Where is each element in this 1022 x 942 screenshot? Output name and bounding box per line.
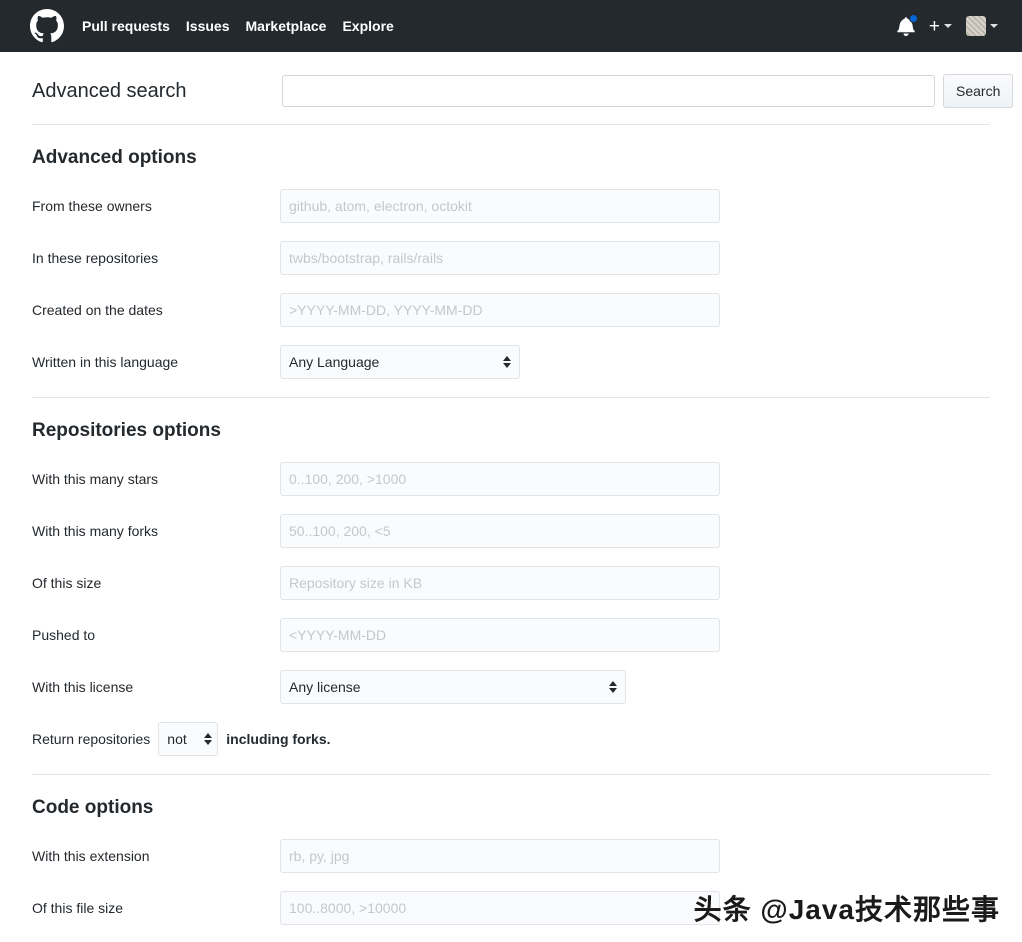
header-actions: + bbox=[897, 14, 1006, 36]
field-label: From these owners bbox=[32, 198, 152, 214]
primary-nav: Pull requests Issues Marketplace Explore bbox=[82, 19, 394, 33]
plus-icon: + bbox=[928, 15, 940, 37]
section-advanced-options: Advanced options From these owners In th… bbox=[32, 125, 990, 379]
field-label: With this extension bbox=[32, 848, 150, 864]
field-label: Created on the dates bbox=[32, 302, 163, 318]
license-select[interactable]: Any license bbox=[280, 670, 626, 704]
create-new-button[interactable]: + bbox=[929, 17, 952, 36]
nav-link-issues[interactable]: Issues bbox=[186, 19, 230, 33]
forks-lead-label: Return repositories bbox=[32, 731, 151, 747]
field-row-in-these-repositories: In these repositories bbox=[32, 241, 990, 275]
license-select-wrapper: Any license bbox=[280, 670, 626, 704]
notifications-button[interactable] bbox=[897, 14, 918, 36]
section-title-code-options: Code options bbox=[32, 797, 154, 818]
field-row-return-repositories-forks: Return repositories not including forks. bbox=[32, 722, 990, 756]
section-code-options: Code options With this extension Of this… bbox=[32, 775, 990, 925]
field-row-written-in-this-language: Written in this language Any Language bbox=[32, 345, 990, 379]
section-title-repositories-options: Repositories options bbox=[32, 420, 221, 441]
section-title-advanced-options: Advanced options bbox=[32, 147, 197, 168]
global-header: Pull requests Issues Marketplace Explore… bbox=[0, 0, 1022, 52]
field-row-from-these-owners: From these owners bbox=[32, 189, 990, 223]
search-button[interactable]: Search bbox=[943, 74, 1014, 108]
pushed-to-input[interactable] bbox=[280, 618, 720, 652]
avatar bbox=[966, 16, 986, 36]
field-row-with-this-many-forks: With this many forks bbox=[32, 514, 990, 548]
field-row-of-this-file-size: Of this file size bbox=[32, 891, 990, 925]
chevron-down-icon bbox=[990, 24, 998, 28]
repositories-input[interactable] bbox=[280, 241, 720, 275]
field-label: In these repositories bbox=[32, 250, 159, 266]
field-row-pushed-to: Pushed to bbox=[32, 618, 990, 652]
forks-trail-label: including forks. bbox=[226, 731, 331, 747]
language-select-wrapper: Any Language bbox=[280, 345, 520, 379]
forks-select-wrapper: not bbox=[158, 722, 219, 756]
nav-link-explore[interactable]: Explore bbox=[342, 19, 393, 33]
field-label: Pushed to bbox=[32, 627, 96, 643]
repo-size-input[interactable] bbox=[280, 566, 720, 600]
search-input[interactable] bbox=[282, 75, 935, 107]
field-label: With this license bbox=[32, 679, 134, 695]
user-menu-button[interactable] bbox=[966, 16, 998, 36]
forks-select[interactable]: not bbox=[158, 722, 219, 756]
created-dates-input[interactable] bbox=[280, 293, 720, 327]
page-content: Advanced search Search Advanced options … bbox=[0, 52, 1022, 925]
field-label: With this many forks bbox=[32, 523, 159, 539]
field-row-with-this-many-stars: With this many stars bbox=[32, 462, 990, 496]
field-label: Written in this language bbox=[32, 354, 179, 370]
nav-link-pull-requests[interactable]: Pull requests bbox=[82, 19, 170, 33]
nav-link-marketplace[interactable]: Marketplace bbox=[246, 19, 327, 33]
page-title: Advanced search bbox=[32, 79, 187, 102]
field-row-created-on-the-dates: Created on the dates bbox=[32, 293, 990, 327]
field-row-with-this-extension: With this extension bbox=[32, 839, 990, 873]
field-label: Of this file size bbox=[32, 900, 124, 916]
field-row-of-this-size: Of this size bbox=[32, 566, 990, 600]
extension-input[interactable] bbox=[280, 839, 720, 873]
owners-input[interactable] bbox=[280, 189, 720, 223]
field-row-with-this-license: With this license Any license bbox=[32, 670, 990, 704]
github-octocat-icon[interactable] bbox=[30, 9, 64, 43]
notification-unread-dot bbox=[908, 14, 918, 23]
advanced-search-header: Advanced search Search bbox=[32, 52, 1014, 124]
language-select[interactable]: Any Language bbox=[280, 345, 520, 379]
file-size-input[interactable] bbox=[280, 891, 720, 925]
stars-input[interactable] bbox=[280, 462, 720, 496]
section-repositories-options: Repositories options With this many star… bbox=[32, 398, 990, 756]
field-label: Of this size bbox=[32, 575, 102, 591]
chevron-down-icon bbox=[944, 24, 952, 28]
forks-count-input[interactable] bbox=[280, 514, 720, 548]
field-label: With this many stars bbox=[32, 471, 159, 487]
